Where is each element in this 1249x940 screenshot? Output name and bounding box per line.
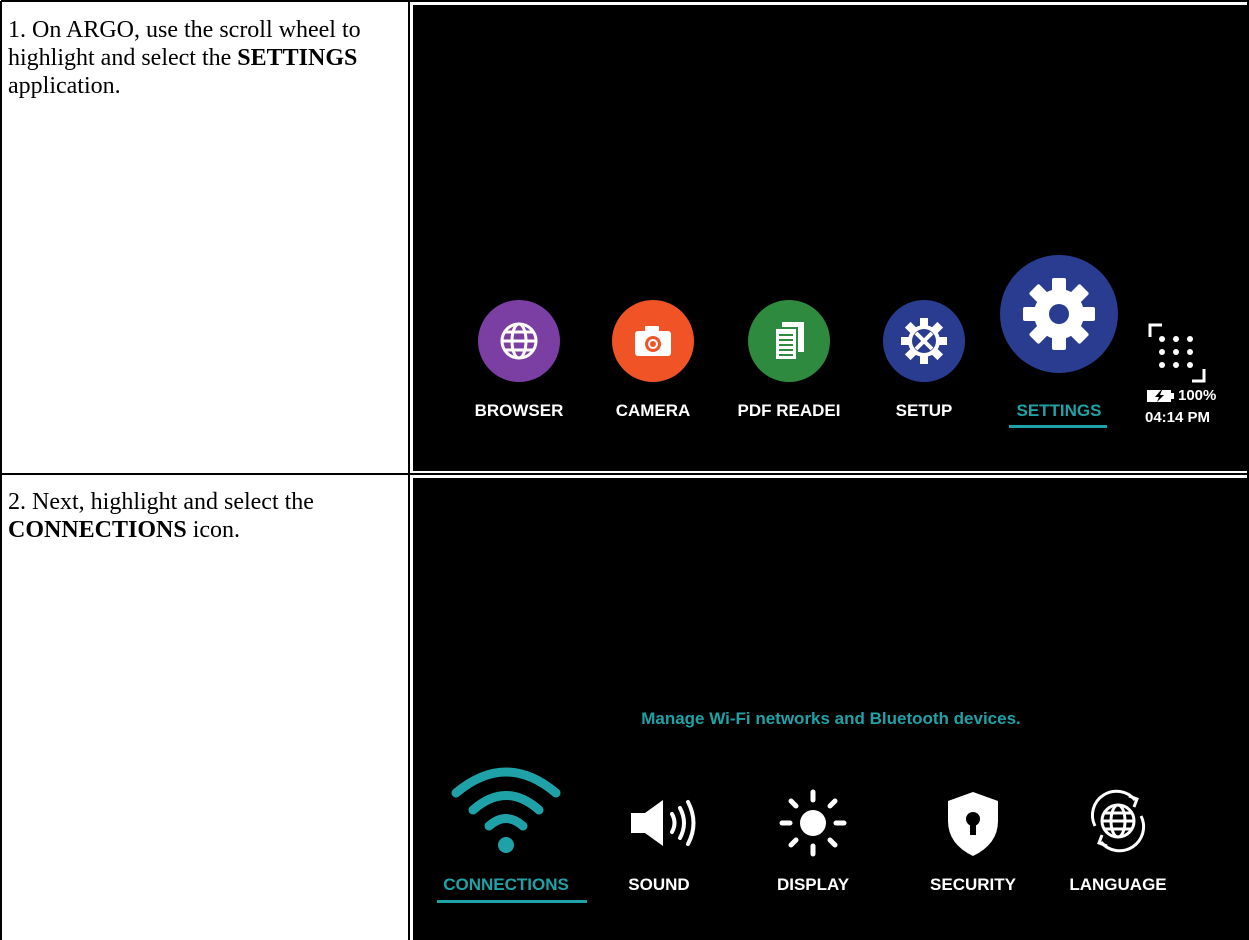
camera-icon — [635, 326, 671, 356]
step-1-text: 1. On ARGO, use the scroll wheel to high… — [8, 16, 406, 100]
keypad-icon — [1148, 323, 1206, 383]
battery-charging-icon — [1147, 390, 1174, 402]
menu-display-label[interactable]: DISPLAY — [763, 875, 863, 895]
globe-icon — [500, 322, 538, 360]
app-pdf-reader-label: PDF READEI — [737, 401, 841, 420]
status-time: 04:14 PM — [1145, 409, 1211, 426]
app-setup-label: SETUP — [895, 401, 953, 420]
step-1-text-bold: SETTINGS — [237, 45, 358, 71]
step-2-text-post: icon. — [186, 517, 241, 543]
document-icon — [774, 322, 804, 361]
connections-selection-underline — [437, 900, 587, 903]
gear-icon — [1023, 278, 1095, 350]
app-settings[interactable] — [1000, 255, 1118, 373]
step-2-text-pre: 2. Next, highlight and select the — [8, 489, 314, 515]
step-2-text-bold: CONNECTIONS — [8, 517, 187, 543]
app-settings-label: SETTINGS — [1016, 401, 1102, 420]
step-2-text: 2. Next, highlight and select the CONNEC… — [8, 488, 406, 544]
battery-percentage: 100% — [1178, 387, 1217, 404]
app-setup[interactable] — [883, 300, 965, 382]
app-camera[interactable] — [612, 300, 694, 382]
settings-description: Manage Wi-Fi networks and Bluetooth devi… — [641, 709, 1021, 728]
settings-selection-underline — [1009, 425, 1107, 428]
app-browser-label: BROWSER — [474, 401, 564, 420]
menu-connections-label[interactable]: CONNECTIONS — [426, 875, 586, 895]
wifi-icon[interactable] — [446, 753, 566, 853]
brightness-icon[interactable] — [778, 788, 848, 858]
argo-settings-screen: Manage Wi-Fi networks and Bluetooth devi… — [413, 478, 1249, 940]
app-camera-label: CAMERA — [615, 401, 691, 420]
language-globe-icon[interactable] — [1083, 786, 1153, 856]
app-pdf-reader[interactable] — [748, 300, 830, 382]
step-1-text-post: application. — [8, 73, 121, 99]
app-browser[interactable] — [478, 300, 560, 382]
speaker-icon[interactable] — [625, 796, 705, 850]
wrench-gear-icon — [901, 318, 947, 364]
menu-sound-label[interactable]: SOUND — [609, 875, 709, 895]
argo-home-screen: BROWSER CAMERA PDF READEI SETUP SETTINGS… — [413, 5, 1249, 471]
menu-language-label[interactable]: LANGUAGE — [1053, 875, 1183, 895]
menu-security-label[interactable]: SECURITY — [913, 875, 1033, 895]
shield-lock-icon[interactable] — [943, 789, 1003, 859]
